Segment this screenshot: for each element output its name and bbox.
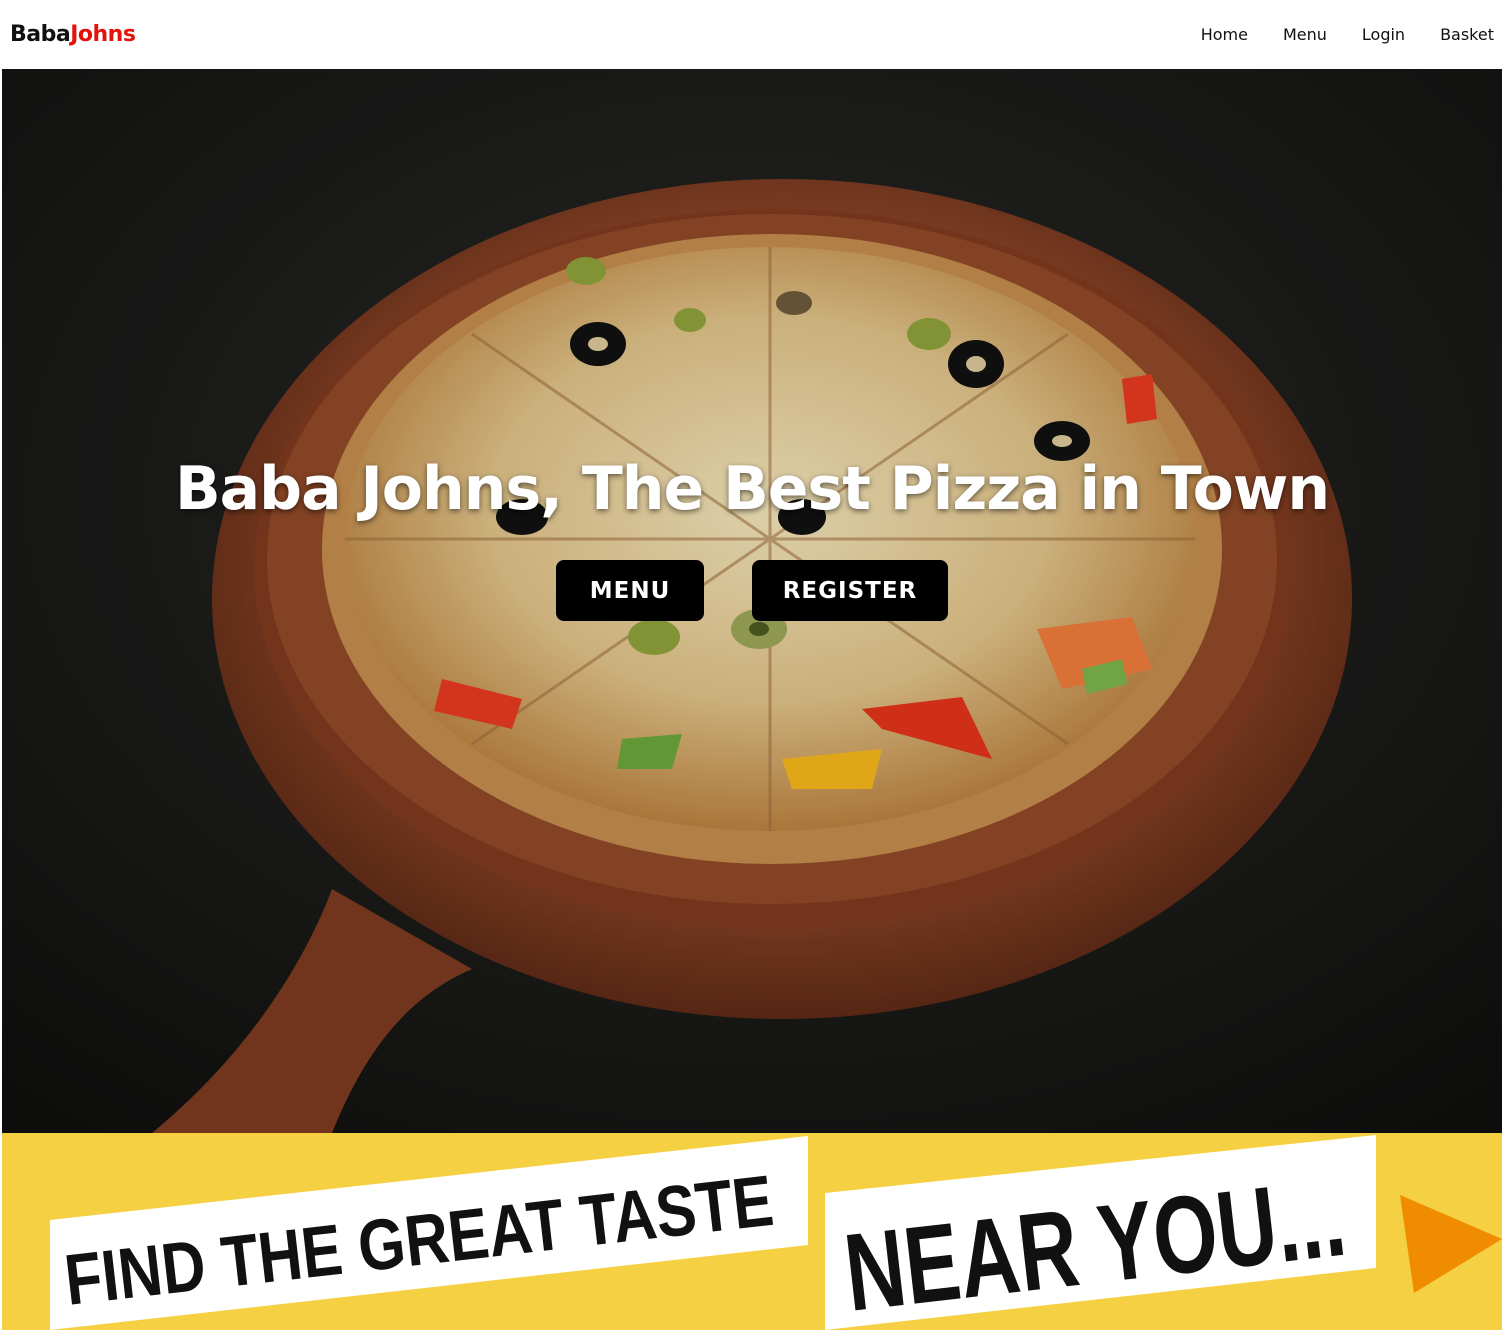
brand-logo[interactable]: BabaJohns <box>10 22 136 47</box>
hero-menu-button[interactable]: MENU <box>556 560 704 621</box>
nav-links: Home Menu Login Basket <box>1166 25 1494 44</box>
navbar: BabaJohns Home Menu Login Basket <box>0 0 1503 69</box>
nav-basket-link[interactable]: Basket <box>1440 25 1494 44</box>
promo-banner[interactable]: FIND THE GREAT TASTE NEAR YOU... <box>2 1133 1502 1330</box>
hero-section: Baba Johns, The Best Pizza in Town MENU … <box>2 69 1502 1133</box>
nav-login-link[interactable]: Login <box>1362 25 1405 44</box>
brand-part-johns: Johns <box>70 22 136 47</box>
play-triangle-icon[interactable] <box>1400 1195 1502 1293</box>
hero-register-button[interactable]: REGISTER <box>752 560 948 621</box>
nav-menu-link[interactable]: Menu <box>1283 25 1327 44</box>
promo-banner-graphic: FIND THE GREAT TASTE NEAR YOU... <box>50 1135 1502 1330</box>
brand-part-baba: Baba <box>10 22 71 47</box>
nav-home-link[interactable]: Home <box>1201 25 1248 44</box>
hero-title: Baba Johns, The Best Pizza in Town <box>174 454 1330 524</box>
